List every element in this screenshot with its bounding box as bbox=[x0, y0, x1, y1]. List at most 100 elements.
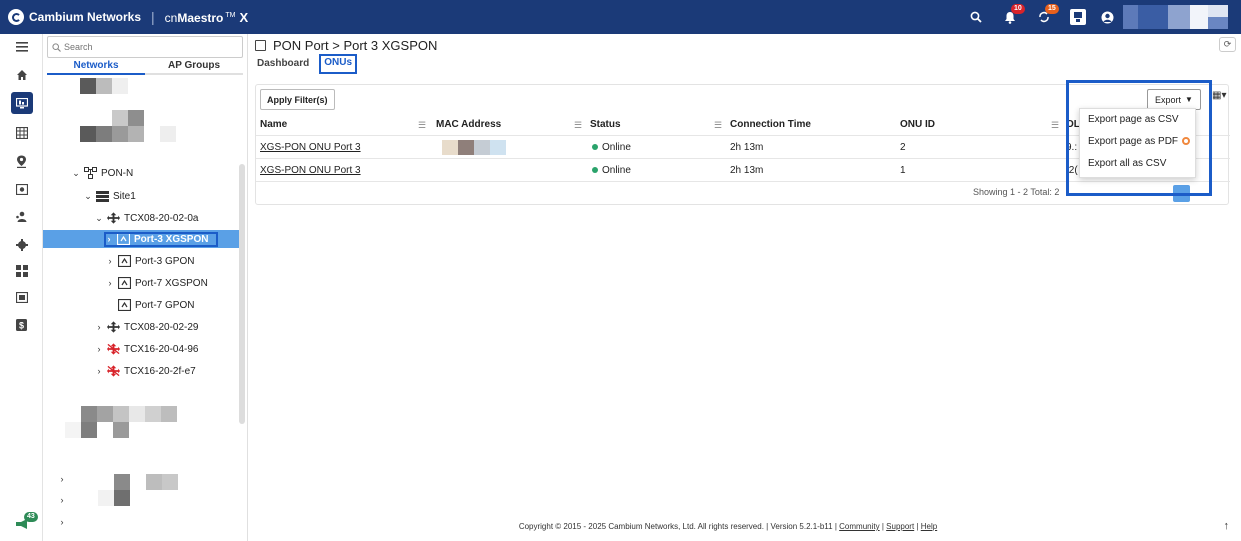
chevron-right-icon[interactable]: › bbox=[57, 517, 67, 527]
status-cell: Online bbox=[592, 159, 712, 182]
tree-node-label: Site1 bbox=[113, 190, 136, 202]
menu-toggle-button[interactable] bbox=[0, 34, 43, 60]
chevron-right-icon[interactable]: › bbox=[105, 256, 115, 266]
nav-reports[interactable] bbox=[0, 284, 43, 310]
status-text: Online bbox=[602, 142, 631, 153]
nav-monitor[interactable] bbox=[0, 90, 43, 116]
status-text: Online bbox=[602, 165, 631, 176]
col-header-name[interactable]: Name bbox=[260, 113, 420, 136]
tree-node-label: TCX16-20-2f-e7 bbox=[124, 365, 196, 377]
nav-apps[interactable] bbox=[0, 258, 43, 284]
tree-node-pon-n[interactable]: ⌄ PON-N bbox=[71, 164, 133, 182]
mac-redacted bbox=[442, 136, 512, 159]
users-icon bbox=[16, 211, 27, 222]
tab-dashboard[interactable]: Dashboard bbox=[255, 57, 311, 73]
refresh-icon: ⟳ bbox=[1223, 39, 1232, 49]
product-main: Maestro bbox=[177, 10, 224, 25]
site-icon bbox=[96, 190, 109, 202]
tree-node-label: TCX16-20-04-96 bbox=[124, 343, 199, 355]
tree-node-port3-gpon[interactable]: › Port-3 GPON bbox=[105, 252, 194, 270]
tab-networks[interactable]: Networks bbox=[47, 59, 145, 75]
onu-name-link[interactable]: XGS-PON ONU Port 3 bbox=[260, 136, 430, 159]
scroll-to-top-button[interactable]: ↑ bbox=[1224, 520, 1230, 532]
tree-node-collapsed-3[interactable]: › bbox=[57, 513, 70, 531]
chevron-down-icon[interactable]: ⌄ bbox=[94, 213, 104, 224]
user-icon bbox=[1101, 11, 1114, 23]
top-icons: 10 15 bbox=[961, 0, 1241, 34]
tree-node-port7-gpon[interactable]: Port-7 GPON bbox=[118, 296, 194, 314]
redacted-node-3 bbox=[65, 406, 205, 440]
chevron-right-icon[interactable]: › bbox=[57, 474, 67, 484]
user-account-button[interactable] bbox=[1097, 0, 1237, 34]
onu-name[interactable]: XGS-PON ONU Port 3 bbox=[260, 165, 361, 176]
sync-badge: 15 bbox=[1045, 4, 1059, 14]
tab-ap-groups[interactable]: AP Groups bbox=[145, 59, 243, 75]
chevron-down-icon[interactable]: ⌄ bbox=[71, 168, 81, 179]
column-settings-button[interactable]: ▦▾ bbox=[1212, 90, 1226, 101]
support-link[interactable]: Support bbox=[886, 522, 914, 531]
tree-node-tcx-0a[interactable]: ⌄ TCX08-20-02-0a bbox=[94, 209, 198, 227]
device-manager-button[interactable] bbox=[1063, 0, 1093, 34]
pagination-summary: Showing 1 - 2 Total: 2 bbox=[973, 187, 1060, 197]
filter-icon[interactable]: ☰ bbox=[714, 120, 722, 131]
col-header-status[interactable]: Status bbox=[590, 113, 710, 136]
tree-node-label: Port-7 XGSPON bbox=[135, 277, 208, 289]
tree-scrollbar[interactable] bbox=[239, 164, 245, 424]
tree-node-tcx16-e7[interactable]: › TCX16-20-2f-e7 bbox=[94, 362, 196, 380]
tree-search[interactable] bbox=[47, 36, 243, 58]
gear-icon bbox=[15, 239, 28, 251]
whats-new-badge: 43 bbox=[24, 512, 38, 522]
chevron-right-icon[interactable]: › bbox=[94, 322, 104, 332]
tree-node-tcx-29[interactable]: › TCX08-20-02-29 bbox=[94, 318, 198, 336]
chevron-right-icon[interactable]: › bbox=[94, 344, 104, 354]
col-header-mac[interactable]: MAC Address bbox=[436, 113, 576, 136]
nav-users[interactable] bbox=[0, 204, 43, 230]
nav-home[interactable] bbox=[0, 62, 43, 88]
columns-icon: ▦▾ bbox=[1212, 90, 1227, 101]
onu-name[interactable]: XGS-PON ONU Port 3 bbox=[260, 142, 361, 153]
tree-node-site1[interactable]: ⌄ Site1 bbox=[83, 187, 136, 205]
olt-icon bbox=[107, 212, 120, 224]
nav-settings[interactable] bbox=[0, 232, 43, 258]
col-header-connection-time[interactable]: Connection Time bbox=[730, 113, 890, 136]
community-link[interactable]: Community bbox=[839, 522, 879, 531]
refresh-button[interactable]: ⟳ bbox=[1219, 37, 1236, 52]
tree-search-input[interactable] bbox=[64, 42, 234, 52]
apply-filter-button[interactable]: Apply Filter(s) bbox=[260, 89, 335, 110]
nav-whats-new[interactable]: 43 bbox=[0, 511, 43, 537]
redacted-node-1 bbox=[80, 78, 128, 94]
collapse-panel-icon[interactable] bbox=[255, 40, 266, 51]
nav-rail: $ 43 bbox=[0, 34, 43, 541]
tab-onus[interactable]: ONUs bbox=[319, 54, 358, 74]
nav-dashboard[interactable] bbox=[0, 176, 43, 202]
monitor-icon bbox=[10, 92, 33, 114]
help-link[interactable]: Help bbox=[921, 522, 937, 531]
tree-node-tcx16-96[interactable]: › TCX16-20-04-96 bbox=[94, 340, 198, 358]
filter-icon[interactable]: ☰ bbox=[1051, 120, 1059, 131]
top-bar: Cambium Networks | cnMaestro TM X 10 15 bbox=[0, 0, 1241, 34]
col-header-onu-id[interactable]: ONU ID bbox=[900, 113, 1050, 136]
tree-node-port7-xgspon[interactable]: › Port-7 XGSPON bbox=[105, 274, 208, 292]
olt-offline-icon bbox=[107, 343, 120, 355]
nav-table[interactable] bbox=[0, 120, 43, 146]
onu-name-link[interactable]: XGS-PON ONU Port 3 bbox=[260, 159, 430, 182]
selection-highlight bbox=[104, 232, 218, 247]
alerts-button[interactable]: 10 bbox=[995, 0, 1025, 34]
brand[interactable]: Cambium Networks | cnMaestro TM X bbox=[8, 9, 248, 25]
svg-text:$: $ bbox=[19, 321, 24, 331]
nav-billing[interactable]: $ bbox=[0, 312, 43, 338]
chevron-right-icon[interactable]: › bbox=[105, 278, 115, 288]
brand-name: Cambium Networks bbox=[29, 10, 142, 24]
tree-node-collapsed-2[interactable]: › bbox=[57, 491, 70, 509]
chevron-right-icon[interactable]: › bbox=[57, 495, 67, 505]
sync-button[interactable]: 15 bbox=[1029, 0, 1059, 34]
tree-node-collapsed-1[interactable]: › bbox=[57, 470, 70, 488]
search-button[interactable] bbox=[961, 0, 991, 34]
chevron-right-icon[interactable]: › bbox=[94, 366, 104, 376]
nav-location[interactable] bbox=[0, 148, 43, 174]
device-manager-icon bbox=[1070, 9, 1086, 25]
olt-offline-icon bbox=[107, 365, 120, 377]
filter-icon[interactable]: ☰ bbox=[574, 120, 582, 131]
filter-icon[interactable]: ☰ bbox=[418, 120, 426, 131]
chevron-down-icon[interactable]: ⌄ bbox=[83, 191, 93, 202]
